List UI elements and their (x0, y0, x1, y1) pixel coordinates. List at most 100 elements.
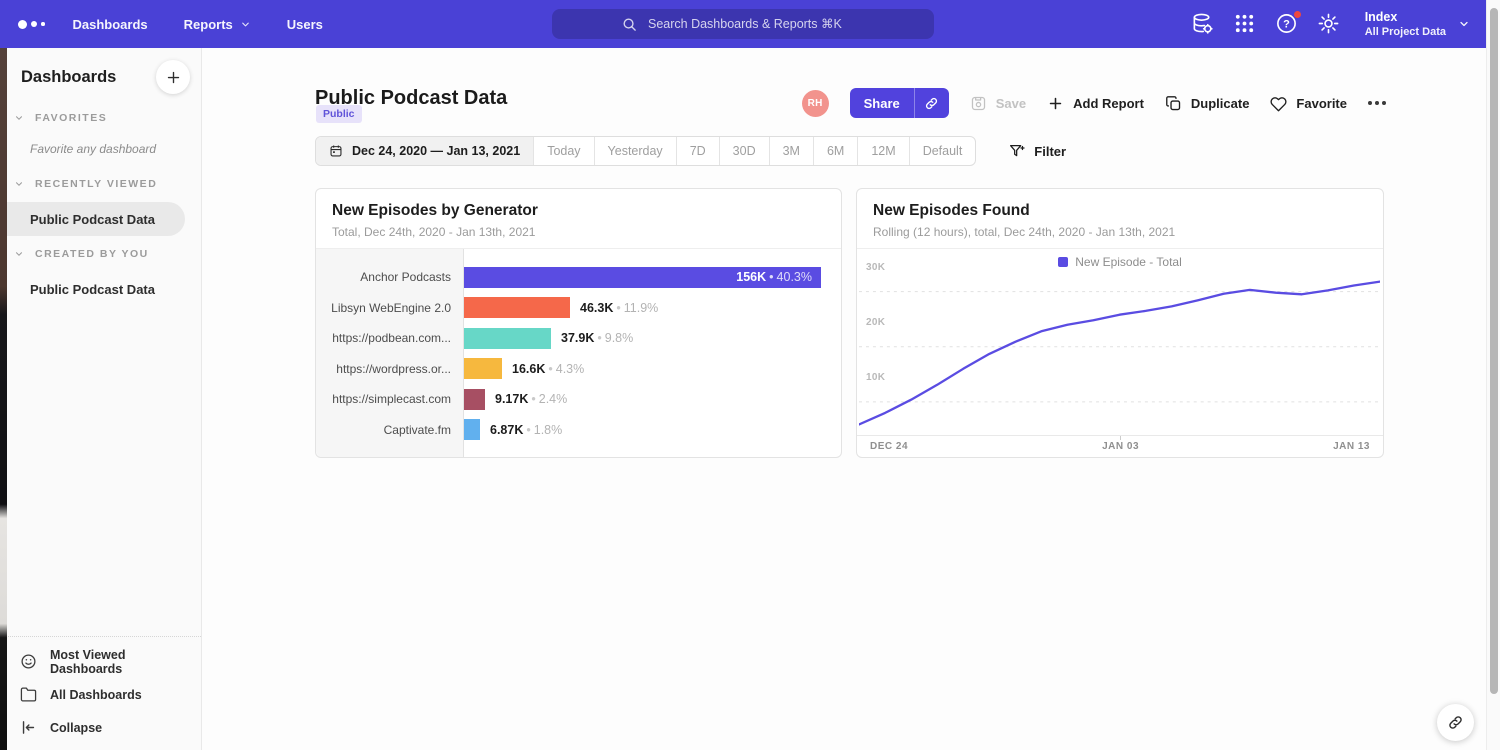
bar-segment[interactable] (464, 297, 570, 318)
nav-item-reports[interactable]: Reports (184, 17, 251, 32)
more-options-button[interactable] (1368, 97, 1386, 109)
date-range-bar: Dec 24, 2020 — Jan 13, 2021 TodayYesterd… (315, 136, 1072, 166)
copy-icon (1165, 95, 1182, 112)
bar-value-label: 37.9K•9.8% (561, 331, 633, 345)
legend-swatch (1058, 257, 1068, 267)
bar-chart-row: https://podbean.com... 37.9K•9.8% (316, 323, 841, 354)
workspace-info: Index All Project Data (1365, 9, 1446, 40)
bar-segment[interactable]: 156K•40.3% (464, 267, 821, 288)
nav-item-label: Dashboards (73, 17, 148, 32)
search-input[interactable] (646, 16, 864, 32)
date-preset-7d[interactable]: 7D (676, 137, 719, 165)
date-preset-12m[interactable]: 12M (857, 137, 908, 165)
data-source-icon[interactable] (1191, 12, 1214, 35)
sidebar-section-created-by-you[interactable]: CREATED BY YOU (0, 242, 201, 266)
sidebar-footer-most-viewed-dashboards[interactable]: Most Viewed Dashboards (0, 645, 201, 678)
add-dashboard-button[interactable] (156, 60, 190, 94)
date-preset-default[interactable]: Default (909, 137, 976, 165)
sidebar-sections: FAVORITESFavorite any dashboardRECENTLY … (0, 106, 201, 312)
logo-dot (31, 21, 37, 27)
settings-icon[interactable] (1317, 12, 1340, 35)
calendar-icon (329, 144, 343, 158)
x-axis-tick (1120, 436, 1121, 440)
y-tick-label: 10K (866, 372, 885, 383)
smiley-icon (20, 653, 37, 670)
workspace-switcher[interactable]: Index All Project Data (1365, 9, 1470, 40)
sidebar-footer-label: All Dashboards (50, 688, 142, 702)
bar-category-label: Anchor Podcasts (316, 270, 464, 284)
line-chart-subtitle: Rolling (12 hours), total, Dec 24th, 202… (873, 225, 1367, 239)
app-logo[interactable] (0, 20, 73, 29)
date-preset-6m[interactable]: 6M (813, 137, 857, 165)
y-tick-label: 30K (866, 262, 885, 273)
date-preset-today[interactable]: Today (533, 137, 593, 165)
duplicate-label: Duplicate (1191, 96, 1250, 111)
share-link-button[interactable] (914, 88, 949, 118)
bar-value-label: 6.87K•1.8% (490, 423, 562, 437)
main-content: Public Podcast Data Public RH Share Save… (202, 48, 1486, 750)
sidebar-section-favorites[interactable]: FAVORITES (0, 106, 201, 130)
help-icon[interactable]: ? (1275, 12, 1298, 35)
bar-chart-row: https://wordpress.or...16.6K•4.3% (316, 354, 841, 385)
plus-icon (166, 70, 181, 85)
avatar[interactable]: RH (802, 90, 829, 117)
filter-button[interactable]: Filter (1003, 142, 1072, 160)
share-button[interactable]: Share (850, 88, 914, 118)
date-preset-3m[interactable]: 3M (769, 137, 813, 165)
nav-item-users[interactable]: Users (287, 17, 323, 32)
line-plot (859, 275, 1380, 435)
sidebar-footer-collapse[interactable]: Collapse (0, 711, 201, 744)
sidebar-section-label: CREATED BY YOU (35, 248, 149, 260)
apps-grid-icon[interactable] (1233, 12, 1256, 35)
nav-item-dashboards[interactable]: Dashboards (73, 17, 148, 32)
bar-chart-card: New Episodes by Generator Total, Dec 24t… (315, 188, 842, 458)
dashboard-actions: RH Share Save Add Report Duplicate Favor… (802, 88, 1386, 118)
line-series (859, 282, 1380, 425)
sidebar-section-recently-viewed[interactable]: RECENTLY VIEWED (0, 172, 201, 196)
chevron-down-icon (14, 179, 24, 189)
sidebar-item-dashboard[interactable]: Public Podcast Data (0, 272, 185, 306)
bar-chart-row: Libsyn WebEngine 2.046.3K•11.9% (316, 293, 841, 324)
floating-link-button[interactable] (1437, 704, 1474, 741)
sidebar-footer-all-dashboards[interactable]: All Dashboards (0, 678, 201, 711)
logo-dot (41, 22, 45, 26)
plus-icon (1047, 95, 1064, 112)
bar-category-label: Libsyn WebEngine 2.0 (316, 301, 464, 315)
bar-segment[interactable] (464, 358, 502, 379)
favorite-button[interactable]: Favorite (1270, 95, 1347, 112)
date-range-picker[interactable]: Dec 24, 2020 — Jan 13, 2021 (316, 137, 533, 165)
bar-segment[interactable] (464, 389, 485, 410)
add-report-button[interactable]: Add Report (1047, 95, 1144, 112)
sidebar-footer-label: Collapse (50, 721, 102, 735)
bar-category-label: https://podbean.com... (316, 331, 464, 345)
page-scrollbar (1486, 0, 1500, 750)
chevron-down-icon (14, 249, 24, 259)
visibility-badge: Public (316, 105, 362, 123)
bar-track: 9.17K•2.4% (464, 389, 841, 410)
scrollbar-thumb[interactable] (1490, 8, 1498, 694)
search-icon (622, 17, 637, 32)
sidebar-item-dashboard[interactable]: Public Podcast Data (0, 202, 185, 236)
chevron-down-icon (240, 19, 251, 30)
save-button[interactable]: Save (970, 95, 1026, 112)
link-icon (1447, 714, 1464, 731)
y-tick-label: 20K (866, 317, 885, 328)
logo-dot (18, 20, 27, 29)
background-window-edge (0, 48, 7, 750)
date-preset-yesterday[interactable]: Yesterday (594, 137, 676, 165)
notification-dot (1293, 10, 1302, 19)
x-tick-label: DEC 24 (870, 441, 908, 452)
bar-segment[interactable] (464, 419, 480, 440)
chevron-down-icon (14, 113, 24, 123)
bar-chart-row: Anchor Podcasts156K•40.3% (316, 262, 841, 293)
sidebar-section-label: RECENTLY VIEWED (35, 178, 157, 190)
date-preset-30d[interactable]: 30D (719, 137, 769, 165)
line-chart-header: New Episodes Found Rolling (12 hours), t… (857, 189, 1383, 249)
sidebar-footer: Most Viewed Dashboards All Dashboards Coll… (0, 636, 201, 744)
bar-chart-subtitle: Total, Dec 24th, 2020 - Jan 13th, 2021 (332, 225, 825, 239)
bar-category-label: Captivate.fm (316, 423, 464, 437)
bar-segment[interactable] (464, 328, 551, 349)
favorite-label: Favorite (1296, 96, 1347, 111)
global-search[interactable] (552, 9, 934, 39)
duplicate-button[interactable]: Duplicate (1165, 95, 1250, 112)
